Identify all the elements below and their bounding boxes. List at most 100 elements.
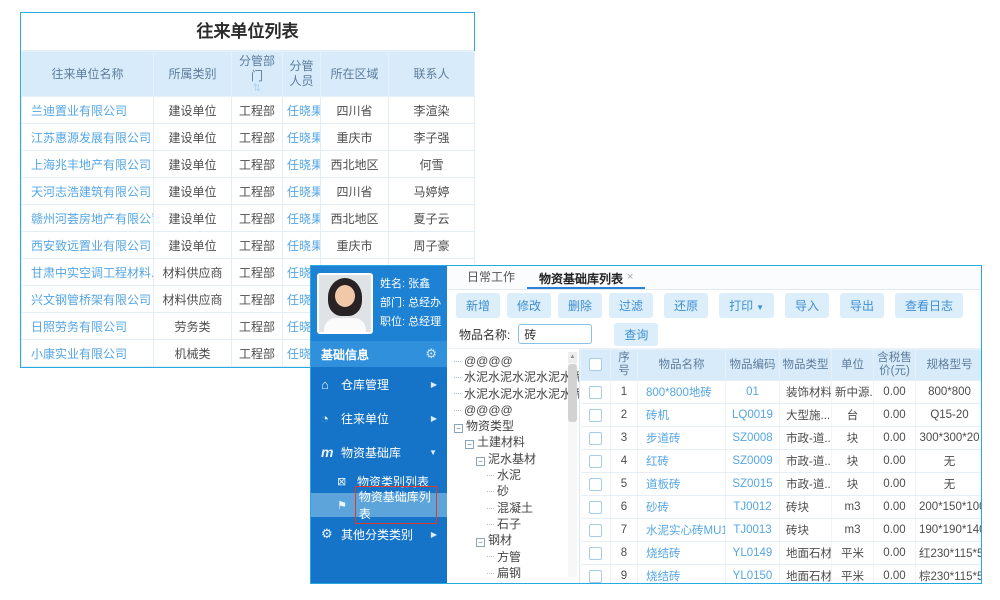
company-name-link[interactable]: 兰迪置业有限公司	[21, 96, 154, 124]
row-checkbox[interactable]	[588, 431, 602, 445]
column-header-往来单位名称[interactable]: 往来单位名称	[21, 51, 154, 97]
item-code-link[interactable]: YL0150	[725, 564, 780, 583]
row-checkbox[interactable]	[588, 408, 602, 422]
cell-type: 大型施...	[779, 403, 832, 427]
tree-node[interactable]: 角钢	[447, 581, 579, 583]
toolbar-button-删除[interactable]: 删除	[558, 292, 603, 318]
item-code-link[interactable]: LQ0019	[725, 403, 780, 427]
collapse-icon[interactable]: −	[465, 440, 474, 450]
item-code-link[interactable]: YL0149	[725, 541, 780, 565]
sort-icon[interactable]: ⇅	[235, 84, 279, 94]
tree-scrollbar[interactable]: ▲	[568, 352, 577, 577]
tab-日常工作[interactable]: 日常工作	[455, 266, 527, 289]
item-name-link[interactable]: 烧结砖	[637, 541, 726, 565]
item-code-link[interactable]: 01	[725, 380, 780, 404]
toolbar-button-导出[interactable]: 导出	[840, 292, 885, 318]
toolbar-button-查看日志[interactable]: 查看日志	[895, 292, 964, 318]
tab-物资基础库列表[interactable]: 物资基础库列表 ×	[527, 266, 646, 289]
item-name-link[interactable]: 烧结砖	[637, 564, 726, 583]
toolbar-button-打印[interactable]: 打印 ▼	[719, 292, 775, 318]
cell-unit: 平米	[831, 564, 874, 583]
chevron-right-icon[interactable]: ▶	[431, 380, 437, 389]
row-checkbox[interactable]	[588, 454, 602, 468]
tree-node[interactable]: 石子	[447, 516, 579, 532]
chevron-right-icon[interactable]: ▶	[431, 414, 437, 423]
item-name-input[interactable]	[518, 324, 593, 344]
item-name-link[interactable]: 水泥实心砖MU10	[637, 518, 726, 542]
toolbar-button-过滤[interactable]: 过滤	[609, 292, 654, 318]
select-all-checkbox[interactable]	[589, 358, 602, 372]
manager-link[interactable]: 任晓果	[282, 204, 321, 232]
row-checkbox[interactable]	[588, 385, 602, 399]
collapse-icon[interactable]: −	[476, 456, 485, 466]
manager-link[interactable]: 任晓果	[282, 177, 321, 205]
tree-node[interactable]: 方管	[447, 549, 579, 565]
company-name-link[interactable]: 江苏惠源发展有限公司	[21, 123, 154, 151]
tree-node[interactable]: − 土建材料	[447, 434, 579, 450]
sidebar-item-往来单位[interactable]: ◔ 往来单位 ▶	[311, 401, 447, 435]
tree-node[interactable]: − 物资类型	[447, 418, 579, 434]
chevron-down-icon[interactable]: ▼	[429, 448, 437, 457]
column-header-联系人[interactable]: 联系人	[388, 51, 475, 97]
column-header-所属类别[interactable]: 所属类别	[153, 51, 232, 97]
item-code-link[interactable]: TJ0013	[725, 518, 780, 542]
row-checkbox[interactable]	[588, 546, 602, 560]
row-checkbox[interactable]	[588, 569, 602, 583]
item-code-link[interactable]: TJ0012	[725, 495, 780, 519]
scroll-up-icon[interactable]: ▲	[568, 352, 577, 363]
item-code-link[interactable]: SZ0009	[725, 449, 780, 473]
item-name-link[interactable]: 红砖	[637, 449, 726, 473]
column-header-所在区域[interactable]: 所在区域	[320, 51, 389, 97]
tree-node[interactable]: 水泥水泥水泥水泥水泥水泥水泥	[447, 386, 579, 402]
item-code-link[interactable]: SZ0015	[725, 472, 780, 496]
sidebar-item-仓库管理[interactable]: ⌂ 仓库管理 ▶	[311, 367, 447, 401]
collapse-icon[interactable]: −	[476, 538, 485, 548]
company-name-link[interactable]: 天河志浩建筑有限公司	[21, 177, 154, 205]
row-checkbox[interactable]	[588, 523, 602, 537]
tree-node[interactable]: − 钢材	[447, 532, 579, 548]
column-header-分管人员[interactable]: 分管人员	[282, 51, 321, 97]
toolbar-button-修改[interactable]: 修改	[507, 292, 552, 318]
manager-link[interactable]: 任晓果	[282, 96, 321, 124]
collapse-icon[interactable]: −	[454, 424, 463, 434]
tree-node[interactable]: 混凝土	[447, 500, 579, 516]
sidebar-item-物资基础库[interactable]: m 物资基础库 ▼	[311, 435, 447, 469]
tree-node[interactable]: 扁钢	[447, 565, 579, 581]
close-icon[interactable]: ×	[627, 271, 633, 283]
tree-node[interactable]: 水泥	[447, 467, 579, 483]
chevron-down-icon[interactable]: ▼	[756, 303, 764, 312]
tree-node[interactable]: − 泥水基材	[447, 451, 579, 467]
manager-link[interactable]: 任晓果	[282, 150, 321, 178]
company-name-link[interactable]: 西安致远置业有限公司	[21, 231, 154, 259]
item-name-link[interactable]: 砂砖	[637, 495, 726, 519]
scrollbar-thumb[interactable]	[568, 364, 577, 422]
item-name-link[interactable]: 道板砖	[637, 472, 726, 496]
gear-icon[interactable]: ⚙	[425, 346, 437, 362]
item-name-link[interactable]: 800*800地砖	[637, 380, 726, 404]
sidebar-item-物资基础库列表[interactable]: ⚑ 物资基础库列表	[311, 486, 447, 524]
manager-link[interactable]: 任晓果	[282, 123, 321, 151]
company-name-link[interactable]: 日照劳务有限公司	[21, 312, 154, 340]
row-checkbox[interactable]	[588, 477, 602, 491]
tree-node[interactable]: @@@@	[447, 353, 579, 369]
item-name-link[interactable]: 步道砖	[637, 426, 726, 450]
manager-link[interactable]: 任晓果	[282, 231, 321, 259]
column-header-分管部门[interactable]: 分管部门 ⇅	[231, 51, 283, 97]
company-name-link[interactable]: 小康实业有限公司	[21, 339, 154, 367]
toolbar-button-新增[interactable]: 新增	[456, 292, 501, 318]
tree-node[interactable]: 砂	[447, 483, 579, 499]
item-code-link[interactable]: SZ0008	[725, 426, 780, 450]
toolbar-button-导入[interactable]: 导入	[785, 292, 830, 318]
item-name-link[interactable]: 砖机	[637, 403, 726, 427]
chevron-right-icon[interactable]: ▶	[431, 530, 437, 539]
company-name-link[interactable]: 兴文钢管桥架有限公司	[21, 285, 154, 313]
query-button[interactable]: 查询	[614, 322, 659, 346]
company-name-link[interactable]: 甘肃中实空调工程材料...	[21, 258, 154, 286]
toolbar-button-还原[interactable]: 还原	[664, 292, 709, 318]
company-name-link[interactable]: 赣州河荟房地产有限公司	[21, 204, 154, 232]
row-checkbox[interactable]	[588, 500, 602, 514]
tree-node[interactable]: 水泥水泥水泥水泥水泥水泥水泥	[447, 369, 579, 385]
tree-node[interactable]: @@@@	[447, 402, 579, 418]
sidebar-section-basic-info[interactable]: 基础信息 ⚙	[311, 341, 447, 367]
company-name-link[interactable]: 上海兆丰地产有限公司	[21, 150, 154, 178]
